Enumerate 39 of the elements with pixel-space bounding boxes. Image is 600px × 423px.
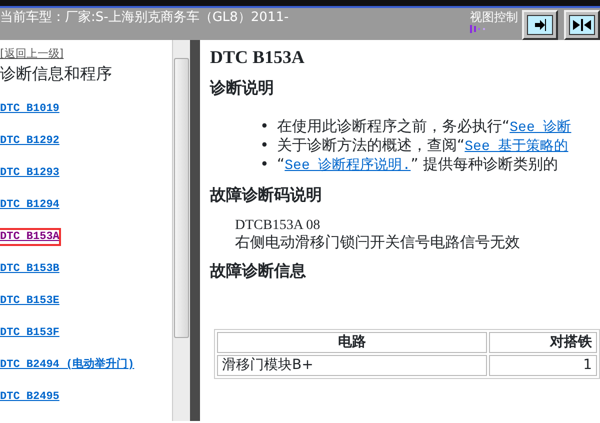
- arrow-right-icon: [534, 19, 546, 31]
- dtc-link[interactable]: DTC B1293: [0, 166, 60, 180]
- scrollbar[interactable]: [172, 40, 190, 421]
- dtc-link[interactable]: DTC B153A: [0, 230, 60, 244]
- expand-right-button[interactable]: [522, 10, 558, 40]
- dtc-link[interactable]: DTC B1294: [0, 198, 60, 212]
- dtc-link[interactable]: DTC B153E: [0, 294, 60, 308]
- table-cell: 1: [488, 355, 597, 376]
- see-link[interactable]: See 诊断程序说明.: [284, 158, 411, 174]
- bullet-marker: •: [260, 117, 269, 135]
- arrows-inward-icon: [572, 19, 592, 31]
- column-header: 对搭铁: [488, 332, 597, 353]
- bullet-text: “: [276, 155, 285, 173]
- bullet-marker: •: [260, 155, 269, 173]
- dtc-link[interactable]: DTC B2494 (电动举升门): [0, 358, 134, 372]
- dtc-link[interactable]: DTC B153F: [0, 326, 60, 340]
- column-header: 电路: [217, 332, 487, 353]
- dtc-code: DTCB153A 08: [235, 217, 322, 234]
- bullet-text: ” 提供每种诊断类别的: [410, 155, 558, 173]
- vehicle-model-text: 当前车型：厂家:S-上海别克商务车（GL8）2011-: [0, 9, 289, 26]
- bullet-text: 在使用此诊断程序之前，务必执行“: [276, 117, 510, 135]
- see-link[interactable]: See 诊断: [510, 120, 572, 136]
- see-link[interactable]: See 基于策略的: [464, 139, 568, 155]
- page-title: DTC B153A: [210, 46, 306, 68]
- section-heading: 诊断说明: [210, 78, 275, 98]
- bullet-text: 关于诊断方法的概述，查阅“: [276, 136, 465, 154]
- dtc-link[interactable]: DTC B1019: [0, 102, 60, 116]
- split-view-button[interactable]: [564, 10, 600, 40]
- section-heading: 故障诊断信息: [210, 261, 307, 281]
- view-control-label: 视图控制: [470, 10, 518, 24]
- dtc-link[interactable]: DTC B153B: [0, 262, 60, 276]
- dtc-link[interactable]: DTC B2495: [0, 390, 60, 404]
- back-link[interactable]: [返回上一级]: [0, 47, 64, 61]
- bullet-marker: •: [260, 136, 269, 154]
- dtc-link[interactable]: DTC B1292: [0, 134, 60, 148]
- sidebar-title: 诊断信息和程序: [0, 64, 113, 84]
- section-heading: 故障诊断码说明: [210, 185, 323, 205]
- table-cell: 滑移门模块B+: [217, 355, 487, 376]
- dtc-description: 右侧电动滑移门锁闩开关信号电路信号无效: [235, 234, 521, 251]
